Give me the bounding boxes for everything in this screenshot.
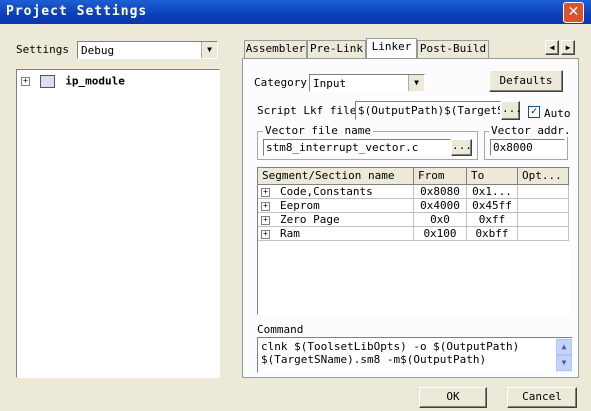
- vector-file-group-label: Vector file name: [263, 124, 373, 137]
- scroll-up-icon[interactable]: ▲: [556, 339, 572, 355]
- checkmark-icon: ✓: [530, 106, 538, 117]
- close-icon: ✕: [567, 4, 580, 20]
- script-browse-button[interactable]: ...: [501, 101, 522, 120]
- segment-opt: [517, 226, 569, 241]
- settings-combo[interactable]: Debug ▼: [77, 41, 218, 59]
- tab-assembler[interactable]: Assembler: [244, 40, 307, 58]
- script-lkf-field[interactable]: $(OutputPath)$(TargetSN: [355, 101, 501, 120]
- segment-to: 0x1...: [466, 185, 518, 199]
- auto-checkbox[interactable]: ✓: [528, 106, 540, 118]
- segment-name: Code,Constants: [280, 185, 373, 198]
- script-lkf-value: $(OutputPath)$(TargetSN: [358, 104, 501, 117]
- segment-opt: [517, 212, 569, 227]
- command-scrollbar[interactable]: ▲ ▼: [556, 338, 572, 372]
- vector-addr-group-label: Vector addr.: [489, 124, 573, 137]
- column-header-segment[interactable]: Segment/Section name: [258, 168, 414, 185]
- arrow-right-icon: ▶: [565, 43, 571, 52]
- vector-addr-value: 0x8000: [493, 141, 533, 154]
- vector-file-field[interactable]: stm8_interrupt_vector.c: [263, 139, 451, 156]
- expand-icon[interactable]: +: [261, 215, 270, 225]
- chevron-down-icon[interactable]: ▼: [408, 75, 424, 91]
- window-title: Project Settings: [6, 4, 148, 19]
- project-tree[interactable]: + ip_module: [16, 69, 220, 378]
- column-header-opt[interactable]: Opt...: [518, 168, 569, 185]
- table-row[interactable]: + Eeprom 0x4000 0x45ff: [258, 198, 569, 213]
- segment-name: Eeprom: [280, 199, 320, 212]
- command-line-1: clnk $(ToolsetLibOpts) -o $(OutputPath): [261, 340, 520, 353]
- tab-post-build[interactable]: Post-Build: [417, 40, 489, 58]
- cancel-button[interactable]: Cancel: [507, 387, 577, 408]
- segment-to: 0xbff: [466, 226, 518, 241]
- expand-icon[interactable]: +: [261, 187, 270, 197]
- project-settings-window: Project Settings ✕ Settings Debug ▼ + ip…: [0, 0, 591, 411]
- command-label: Command: [257, 323, 304, 336]
- segment-from: 0x4000: [413, 198, 467, 213]
- project-icon: [39, 74, 55, 88]
- arrow-left-icon: ◀: [549, 43, 555, 52]
- column-header-to[interactable]: To: [467, 168, 518, 185]
- title-bar[interactable]: Project Settings ✕: [0, 0, 591, 24]
- expand-icon[interactable]: +: [261, 201, 270, 211]
- segment-from: 0x0: [413, 212, 467, 227]
- scroll-down-icon[interactable]: ▼: [556, 355, 572, 371]
- expand-icon[interactable]: +: [261, 229, 270, 239]
- vector-browse-button[interactable]: ...: [451, 139, 472, 156]
- script-lkf-label: Script Lkf file: [257, 104, 357, 117]
- auto-label: Auto: [544, 107, 571, 120]
- segment-table: + Code,Constants 0x8080 0x1... + Eeprom 0x…: [258, 185, 569, 241]
- tree-item-label: ip_module: [65, 74, 125, 88]
- column-header-from[interactable]: From: [414, 168, 467, 185]
- command-textarea[interactable]: clnk $(ToolsetLibOpts) -o $(OutputPath) …: [257, 337, 573, 373]
- segment-from: 0x100: [413, 226, 467, 241]
- defaults-button[interactable]: Defaults: [489, 70, 563, 92]
- segment-from: 0x8080: [413, 185, 467, 199]
- vector-file-value: stm8_interrupt_vector.c: [266, 141, 419, 154]
- linker-tab-page: Category Input ▼ Defaults Script Lkf fil…: [242, 58, 579, 378]
- close-button[interactable]: ✕: [563, 2, 584, 23]
- ok-button[interactable]: OK: [419, 387, 487, 408]
- tab-pre-link[interactable]: Pre-Link: [307, 40, 366, 58]
- segment-opt: [517, 185, 569, 199]
- category-label: Category: [254, 76, 307, 89]
- table-row[interactable]: + Ram 0x100 0xbff: [258, 226, 569, 241]
- table-row[interactable]: + Code,Constants 0x8080 0x1...: [258, 185, 569, 199]
- tab-scroll-right-button[interactable]: ▶: [561, 40, 575, 55]
- tree-expand-icon[interactable]: +: [21, 76, 30, 86]
- segment-opt: [517, 198, 569, 213]
- chevron-down-icon[interactable]: ▼: [201, 42, 217, 58]
- vector-addr-field[interactable]: 0x8000: [490, 139, 565, 156]
- tab-scroll-left-button[interactable]: ◀: [545, 40, 559, 55]
- segment-to: 0x45ff: [466, 198, 518, 213]
- segment-name: Zero Page: [280, 213, 340, 226]
- segment-list[interactable]: Segment/Section name From To Opt... + Cod…: [257, 167, 570, 315]
- settings-label: Settings: [16, 43, 69, 56]
- command-line-2: $(TargetSName).sm8 -m$(OutputPath): [261, 353, 487, 366]
- category-combo[interactable]: Input ▼: [309, 74, 425, 92]
- category-combo-value: Input: [313, 77, 347, 90]
- table-row[interactable]: + Zero Page 0x0 0xff: [258, 212, 569, 227]
- tab-linker[interactable]: Linker: [366, 38, 417, 59]
- tree-item-ip-module[interactable]: + ip_module: [21, 74, 125, 88]
- segment-name: Ram: [280, 227, 300, 240]
- settings-combo-value: Debug: [81, 44, 115, 57]
- segment-to: 0xff: [466, 212, 518, 227]
